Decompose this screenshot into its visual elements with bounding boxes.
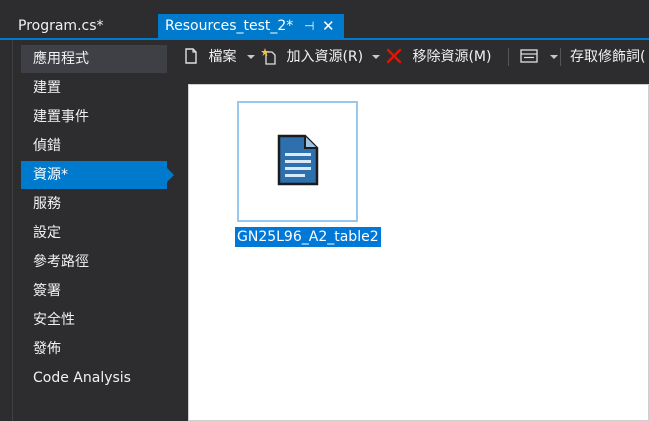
tab-resources-label: Resources_test_2* [165, 18, 294, 34]
access-modifier-dropdown[interactable]: 存取修飾詞( [570, 46, 645, 68]
nav-item-build[interactable]: 建置 [21, 74, 167, 102]
remove-resource-label: 移除資源(M) [412, 49, 492, 65]
add-resource-icon [261, 48, 276, 65]
nav-item-debug[interactable]: 偵錯 [21, 132, 167, 160]
pin-icon[interactable]: ⊣ [304, 14, 314, 38]
nav-item-services[interactable]: 服務 [21, 190, 167, 218]
view-list-icon [520, 49, 538, 63]
nav-item-settings[interactable]: 設定 [21, 219, 167, 247]
resource-item[interactable]: GN25L96_A2_table2 [235, 101, 381, 247]
chevron-down-icon [246, 55, 255, 59]
nav-item-application[interactable]: 應用程式 [21, 45, 167, 73]
tab-resources-test-2[interactable]: Resources_test_2* ⊣ ✕ [158, 14, 344, 38]
view-dropdown[interactable] [520, 46, 559, 68]
nav-item-build-events[interactable]: 建置事件 [21, 103, 167, 131]
toolbar-separator [508, 48, 509, 66]
file-icon [185, 48, 197, 64]
add-resource-label: 加入資源(R) [286, 49, 364, 65]
visual-studio-editor: Program.cs* Resources_test_2* ⊣ ✕ 應用程式 建… [0, 0, 649, 421]
files-dropdown[interactable]: 檔案 [184, 46, 255, 68]
close-icon[interactable]: ✕ [322, 14, 335, 38]
text-file-icon [277, 134, 319, 186]
tab-program-cs[interactable]: Program.cs* [10, 14, 158, 38]
resource-thumbnail[interactable] [237, 101, 358, 222]
nav-item-resources[interactable]: 資源* [21, 161, 174, 189]
nav-item-security[interactable]: 安全性 [21, 306, 167, 334]
nav-item-reference-paths[interactable]: 參考路徑 [21, 248, 167, 276]
document-tab-strip: Program.cs* Resources_test_2* ⊣ ✕ [0, 0, 649, 38]
add-resource-button[interactable]: 加入資源(R) [260, 46, 380, 68]
nav-item-code-analysis[interactable]: Code Analysis [21, 364, 167, 392]
resources-toolbar: 檔案 加入資源(R) 移除資源(M) 存取修飾詞( [174, 40, 649, 74]
resource-list-area[interactable]: GN25L96_A2_table2 [188, 84, 649, 421]
chevron-down-icon [550, 55, 559, 59]
nav-item-publish[interactable]: 發佈 [21, 335, 167, 363]
toolbar-separator [560, 48, 561, 66]
resource-name[interactable]: GN25L96_A2_table2 [235, 227, 381, 247]
project-properties-nav: 應用程式 建置 建置事件 偵錯 資源* 服務 設定 參考路徑 簽署 安全性 發佈… [12, 40, 175, 421]
files-label: 檔案 [208, 49, 237, 65]
access-modifier-label: 存取修飾詞( [570, 49, 646, 65]
nav-item-signing[interactable]: 簽署 [21, 277, 167, 305]
delete-x-icon [386, 48, 402, 64]
resources-designer: 檔案 加入資源(R) 移除資源(M) 存取修飾詞(GN25L96_A2_tab… [174, 40, 649, 421]
remove-resource-button[interactable]: 移除資源(M) [386, 46, 491, 68]
chevron-down-icon [371, 55, 380, 59]
